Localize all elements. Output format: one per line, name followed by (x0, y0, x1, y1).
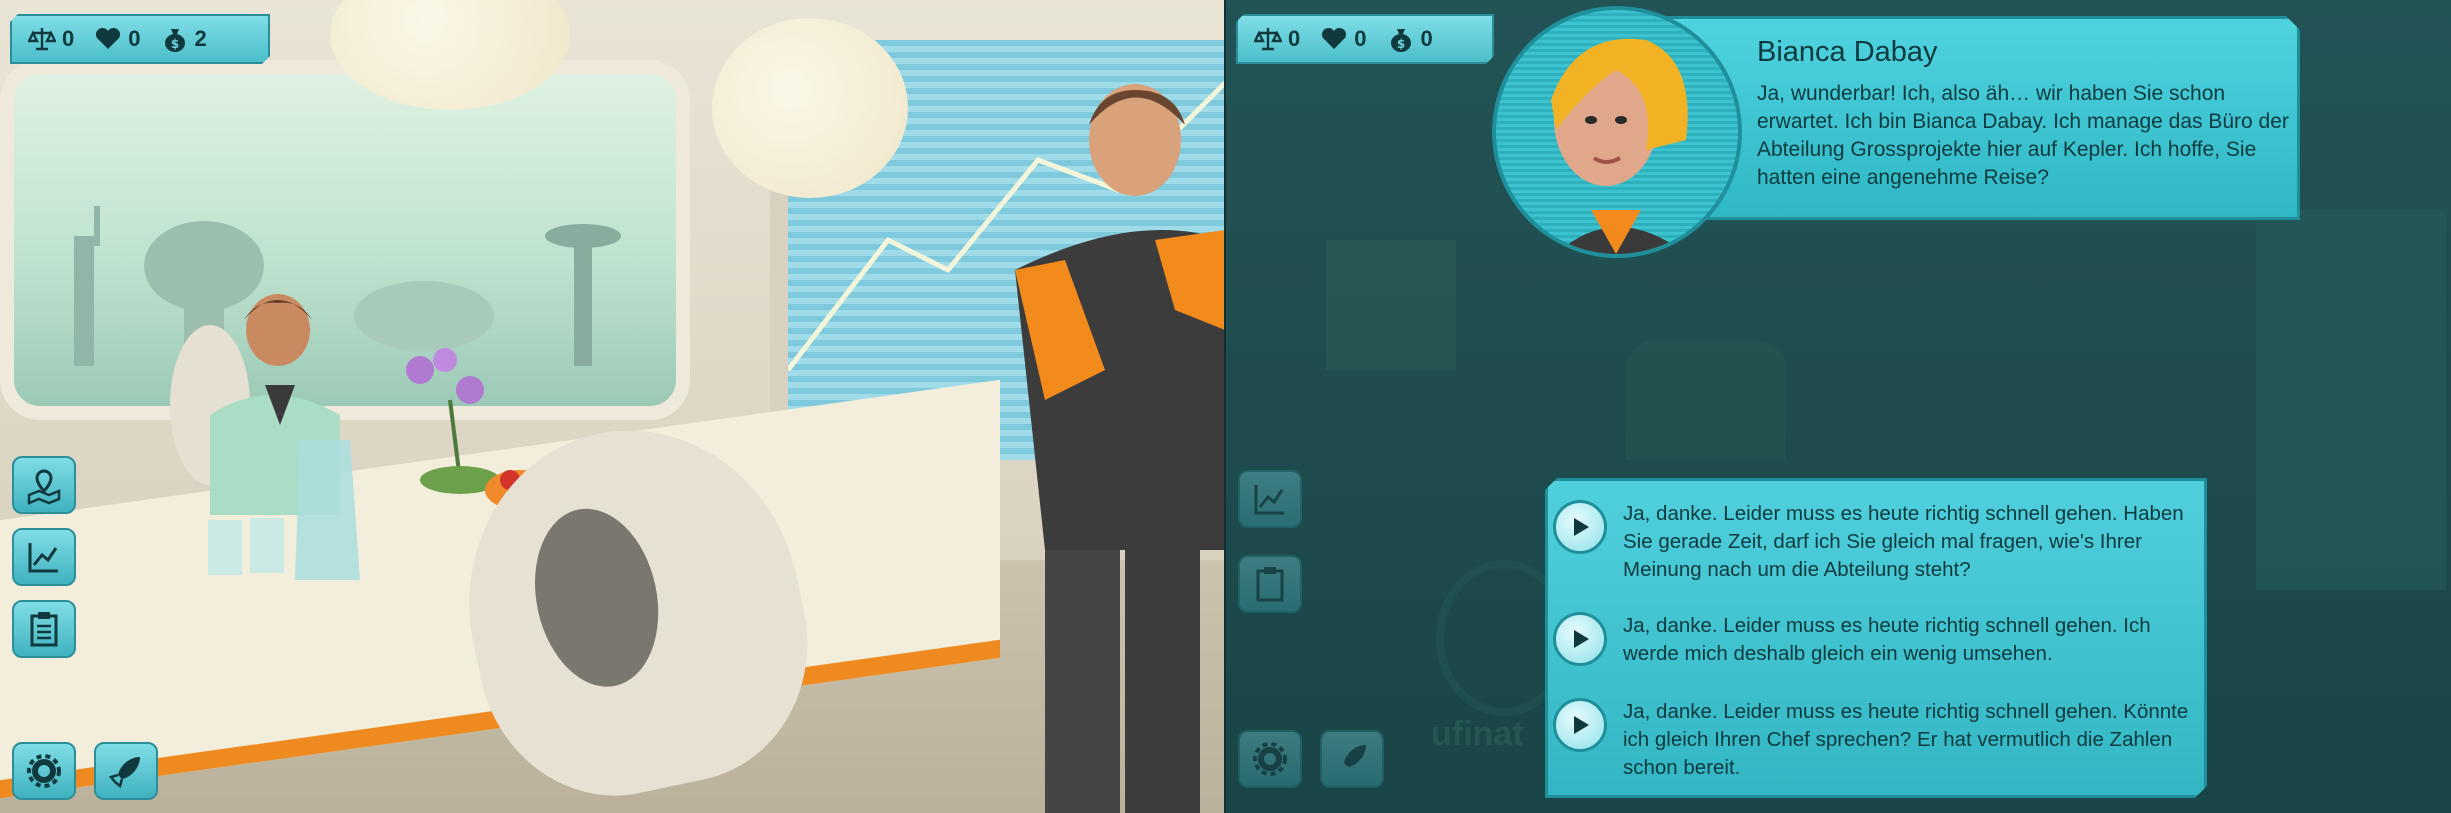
clipboard-button-dimmed (1238, 555, 1302, 613)
play-icon (1574, 518, 1589, 536)
balance-stat: 0 (1254, 25, 1300, 53)
rocket-icon (108, 757, 140, 789)
heart-count: 0 (1354, 26, 1367, 51)
play-icon (1574, 716, 1589, 734)
heart-count: 0 (128, 26, 141, 51)
rocket-button[interactable] (94, 742, 158, 800)
standing-man (985, 70, 1225, 813)
clipboard-button[interactable] (12, 600, 76, 658)
answer-text[interactable]: Ja, danke. Leider muss es heute richtig … (1623, 500, 2193, 584)
money-stat: $ 2 (161, 25, 207, 53)
clipboard-icon (1256, 567, 1284, 602)
speaker-text: Ja, wunderbar! Ich, also äh… wir haben S… (1757, 82, 2289, 189)
status-bar: 0 0 $ 2 (10, 14, 270, 64)
money-bag-icon: $ (161, 25, 189, 53)
settings-button-dimmed (1238, 730, 1302, 788)
answer-option-2[interactable]: Ja, danke. Leider muss es heute richtig … (1553, 612, 2193, 668)
answer-option-1[interactable]: Ja, danke. Leider muss es heute richtig … (1553, 500, 2193, 584)
chart-icon (28, 543, 58, 573)
heart-icon (1320, 25, 1348, 53)
scales-icon (28, 25, 56, 53)
chart-button[interactable] (12, 528, 76, 586)
map-icon (27, 469, 61, 505)
play-answer-button[interactable] (1553, 500, 1607, 554)
heart-stat: 0 (94, 25, 140, 53)
play-answer-button[interactable] (1553, 612, 1607, 666)
settings-button[interactable] (12, 742, 76, 800)
gear-icon (27, 754, 61, 788)
chart-button-dimmed (1238, 470, 1302, 528)
avatar (1551, 38, 1688, 254)
speaker-portrait (1492, 6, 1742, 258)
rocket-button-dimmed (1320, 730, 1384, 788)
play-icon (1574, 630, 1589, 648)
balance-count: 0 (1288, 26, 1301, 51)
clipboard-icon (30, 612, 58, 647)
rocket-icon (1344, 745, 1366, 767)
svg-text:$: $ (170, 37, 178, 51)
heart-icon (94, 25, 122, 53)
map-button[interactable] (12, 456, 76, 514)
water-jug (208, 440, 360, 580)
money-stat: $ 0 (1387, 25, 1433, 53)
money-count: 0 (1420, 26, 1433, 51)
left-scene: 0 0 $ 2 (0, 0, 1225, 813)
answer-option-3[interactable]: Ja, danke. Leider muss es heute richtig … (1553, 698, 2193, 782)
speaker-name: Bianca Dabay (1757, 36, 1938, 68)
svg-text:$: $ (1396, 37, 1404, 51)
chart-icon (1254, 485, 1284, 515)
heart-stat: 0 (1320, 25, 1366, 53)
money-bag-icon: $ (1387, 25, 1415, 53)
ceiling-lamp (712, 18, 908, 198)
balance-count: 0 (62, 26, 75, 51)
answer-text[interactable]: Ja, danke. Leider muss es heute richtig … (1623, 698, 2193, 782)
balance-stat: 0 (28, 25, 74, 53)
money-count: 2 (194, 26, 207, 51)
status-bar-right: 0 0 $ 0 (1236, 14, 1494, 64)
gear-icon (1253, 742, 1287, 776)
scales-icon (1254, 25, 1282, 53)
answer-text[interactable]: Ja, danke. Leider muss es heute richtig … (1623, 612, 2193, 668)
play-answer-button[interactable] (1553, 698, 1607, 752)
